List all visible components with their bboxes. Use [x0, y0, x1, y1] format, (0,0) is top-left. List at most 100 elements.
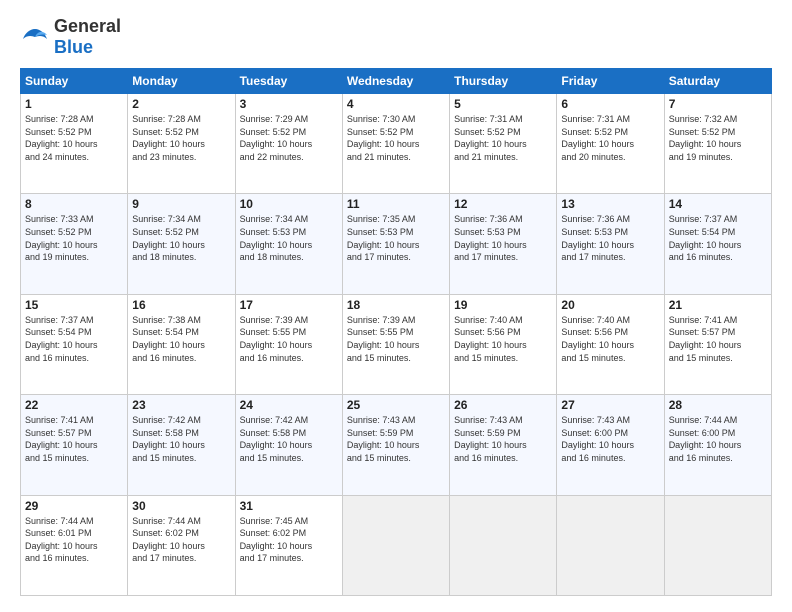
day-header-saturday: Saturday [664, 69, 771, 94]
day-number: 15 [25, 298, 123, 312]
calendar-cell: 8Sunrise: 7:33 AM Sunset: 5:52 PM Daylig… [21, 194, 128, 294]
calendar-cell [450, 495, 557, 595]
day-info: Sunrise: 7:42 AM Sunset: 5:58 PM Dayligh… [240, 414, 338, 464]
calendar-cell: 7Sunrise: 7:32 AM Sunset: 5:52 PM Daylig… [664, 94, 771, 194]
day-info: Sunrise: 7:43 AM Sunset: 6:00 PM Dayligh… [561, 414, 659, 464]
day-info: Sunrise: 7:33 AM Sunset: 5:52 PM Dayligh… [25, 213, 123, 263]
day-header-sunday: Sunday [21, 69, 128, 94]
day-number: 2 [132, 97, 230, 111]
day-info: Sunrise: 7:31 AM Sunset: 5:52 PM Dayligh… [561, 113, 659, 163]
calendar-cell: 20Sunrise: 7:40 AM Sunset: 5:56 PM Dayli… [557, 294, 664, 394]
calendar-cell: 25 Sunrise: 7:43 AM Sunset: 5:59 PM Dayli… [342, 395, 449, 495]
logo: General Blue [20, 16, 121, 58]
day-number: 24 [240, 398, 338, 412]
calendar-header-row: SundayMondayTuesdayWednesdayThursdayFrid… [21, 69, 772, 94]
day-info: Sunrise: 7:45 AM Sunset: 6:02 PM Dayligh… [240, 515, 338, 565]
calendar-cell: 9 Sunrise: 7:34 AM Sunset: 5:52 PM Daylig… [128, 194, 235, 294]
day-info: Sunrise: 7:43 AM Sunset: 5:59 PM Dayligh… [347, 414, 445, 464]
day-info: Sunrise: 7:41 AM Sunset: 5:57 PM Dayligh… [669, 314, 767, 364]
day-number: 28 [669, 398, 767, 412]
calendar-cell [342, 495, 449, 595]
calendar-cell: 19Sunrise: 7:40 AM Sunset: 5:56 PM Dayli… [450, 294, 557, 394]
calendar-cell: 21Sunrise: 7:41 AM Sunset: 5:57 PM Dayli… [664, 294, 771, 394]
day-info: Sunrise: 7:30 AM Sunset: 5:52 PM Dayligh… [347, 113, 445, 163]
calendar-cell: 10 Sunrise: 7:34 AM Sunset: 5:53 PM Dayli… [235, 194, 342, 294]
day-number: 23 [132, 398, 230, 412]
day-number: 4 [347, 97, 445, 111]
day-number: 1 [25, 97, 123, 111]
calendar-cell: 22 Sunrise: 7:41 AM Sunset: 5:57 PM Dayli… [21, 395, 128, 495]
calendar-cell: 4 Sunrise: 7:30 AM Sunset: 5:52 PM Daylig… [342, 94, 449, 194]
day-number: 25 [347, 398, 445, 412]
calendar-week-5: 29Sunrise: 7:44 AM Sunset: 6:01 PM Dayli… [21, 495, 772, 595]
calendar-cell: 14 Sunrise: 7:37 AM Sunset: 5:54 PM Dayli… [664, 194, 771, 294]
day-info: Sunrise: 7:37 AM Sunset: 5:54 PM Dayligh… [25, 314, 123, 364]
day-number: 18 [347, 298, 445, 312]
logo-text: General Blue [54, 16, 121, 58]
calendar-cell: 2 Sunrise: 7:28 AM Sunset: 5:52 PM Daylig… [128, 94, 235, 194]
day-number: 13 [561, 197, 659, 211]
day-number: 26 [454, 398, 552, 412]
calendar-week-2: 8Sunrise: 7:33 AM Sunset: 5:52 PM Daylig… [21, 194, 772, 294]
day-number: 10 [240, 197, 338, 211]
day-info: Sunrise: 7:39 AM Sunset: 5:55 PM Dayligh… [347, 314, 445, 364]
calendar-week-3: 15 Sunrise: 7:37 AM Sunset: 5:54 PM Dayli… [21, 294, 772, 394]
day-info: Sunrise: 7:28 AM Sunset: 5:52 PM Dayligh… [132, 113, 230, 163]
day-header-wednesday: Wednesday [342, 69, 449, 94]
header: General Blue [20, 16, 772, 58]
calendar-week-1: 1 Sunrise: 7:28 AM Sunset: 5:52 PM Daylig… [21, 94, 772, 194]
calendar-cell: 13 Sunrise: 7:36 AM Sunset: 5:53 PM Dayli… [557, 194, 664, 294]
calendar-cell: 5 Sunrise: 7:31 AM Sunset: 5:52 PM Daylig… [450, 94, 557, 194]
day-info: Sunrise: 7:41 AM Sunset: 5:57 PM Dayligh… [25, 414, 123, 464]
calendar-cell: 29Sunrise: 7:44 AM Sunset: 6:01 PM Dayli… [21, 495, 128, 595]
day-info: Sunrise: 7:31 AM Sunset: 5:52 PM Dayligh… [454, 113, 552, 163]
day-info: Sunrise: 7:34 AM Sunset: 5:52 PM Dayligh… [132, 213, 230, 263]
day-info: Sunrise: 7:36 AM Sunset: 5:53 PM Dayligh… [561, 213, 659, 263]
calendar-cell: 12 Sunrise: 7:36 AM Sunset: 5:53 PM Dayli… [450, 194, 557, 294]
logo-bird-icon [20, 25, 50, 49]
day-header-friday: Friday [557, 69, 664, 94]
day-info: Sunrise: 7:29 AM Sunset: 5:52 PM Dayligh… [240, 113, 338, 163]
day-info: Sunrise: 7:32 AM Sunset: 5:52 PM Dayligh… [669, 113, 767, 163]
day-header-tuesday: Tuesday [235, 69, 342, 94]
calendar-week-4: 22 Sunrise: 7:41 AM Sunset: 5:57 PM Dayli… [21, 395, 772, 495]
day-number: 5 [454, 97, 552, 111]
day-info: Sunrise: 7:36 AM Sunset: 5:53 PM Dayligh… [454, 213, 552, 263]
day-number: 27 [561, 398, 659, 412]
day-info: Sunrise: 7:42 AM Sunset: 5:58 PM Dayligh… [132, 414, 230, 464]
day-number: 12 [454, 197, 552, 211]
day-info: Sunrise: 7:43 AM Sunset: 5:59 PM Dayligh… [454, 414, 552, 464]
calendar-cell: 31Sunrise: 7:45 AM Sunset: 6:02 PM Dayli… [235, 495, 342, 595]
day-number: 3 [240, 97, 338, 111]
day-info: Sunrise: 7:40 AM Sunset: 5:56 PM Dayligh… [561, 314, 659, 364]
day-number: 22 [25, 398, 123, 412]
calendar-cell: 28 Sunrise: 7:44 AM Sunset: 6:00 PM Dayli… [664, 395, 771, 495]
calendar-cell: 15 Sunrise: 7:37 AM Sunset: 5:54 PM Dayli… [21, 294, 128, 394]
calendar-cell: 23 Sunrise: 7:42 AM Sunset: 5:58 PM Dayli… [128, 395, 235, 495]
day-info: Sunrise: 7:34 AM Sunset: 5:53 PM Dayligh… [240, 213, 338, 263]
day-number: 17 [240, 298, 338, 312]
day-number: 30 [132, 499, 230, 513]
calendar-cell: 24 Sunrise: 7:42 AM Sunset: 5:58 PM Dayli… [235, 395, 342, 495]
day-number: 11 [347, 197, 445, 211]
day-info: Sunrise: 7:40 AM Sunset: 5:56 PM Dayligh… [454, 314, 552, 364]
day-info: Sunrise: 7:38 AM Sunset: 5:54 PM Dayligh… [132, 314, 230, 364]
calendar-cell: 3 Sunrise: 7:29 AM Sunset: 5:52 PM Daylig… [235, 94, 342, 194]
day-info: Sunrise: 7:44 AM Sunset: 6:01 PM Dayligh… [25, 515, 123, 565]
calendar-cell: 11 Sunrise: 7:35 AM Sunset: 5:53 PM Dayli… [342, 194, 449, 294]
calendar-cell: 16Sunrise: 7:38 AM Sunset: 5:54 PM Dayli… [128, 294, 235, 394]
calendar-cell [664, 495, 771, 595]
day-info: Sunrise: 7:39 AM Sunset: 5:55 PM Dayligh… [240, 314, 338, 364]
calendar-cell: 17 Sunrise: 7:39 AM Sunset: 5:55 PM Dayli… [235, 294, 342, 394]
calendar-cell: 18 Sunrise: 7:39 AM Sunset: 5:55 PM Dayli… [342, 294, 449, 394]
calendar-cell: 26 Sunrise: 7:43 AM Sunset: 5:59 PM Dayli… [450, 395, 557, 495]
calendar-cell: 30Sunrise: 7:44 AM Sunset: 6:02 PM Dayli… [128, 495, 235, 595]
day-header-monday: Monday [128, 69, 235, 94]
day-info: Sunrise: 7:44 AM Sunset: 6:00 PM Dayligh… [669, 414, 767, 464]
day-number: 9 [132, 197, 230, 211]
day-info: Sunrise: 7:28 AM Sunset: 5:52 PM Dayligh… [25, 113, 123, 163]
day-number: 14 [669, 197, 767, 211]
day-info: Sunrise: 7:37 AM Sunset: 5:54 PM Dayligh… [669, 213, 767, 263]
calendar-cell [557, 495, 664, 595]
day-info: Sunrise: 7:35 AM Sunset: 5:53 PM Dayligh… [347, 213, 445, 263]
